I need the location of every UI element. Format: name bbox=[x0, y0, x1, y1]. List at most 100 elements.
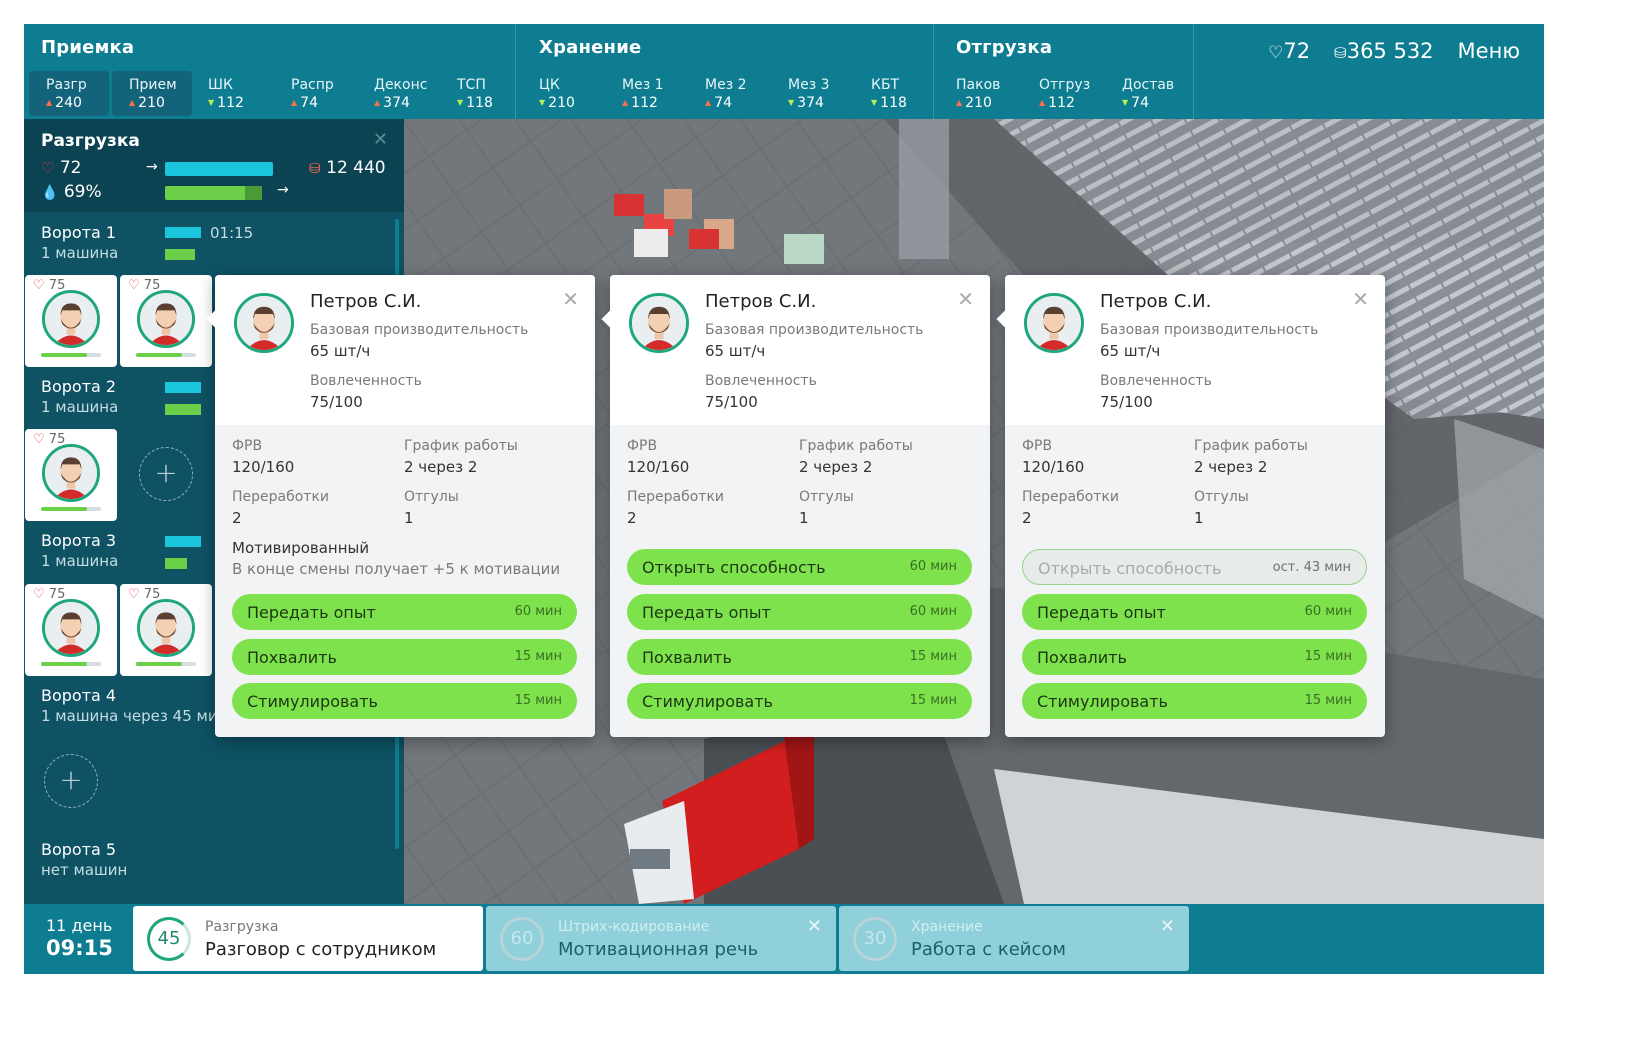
worker-avatar bbox=[137, 599, 195, 657]
pass-experience-button[interactable]: Передать опыт 60 мин bbox=[1022, 594, 1367, 630]
dayoff-label: Отгулы bbox=[1194, 489, 1249, 505]
tab-mez1[interactable]: Мез 1 112 bbox=[605, 71, 685, 116]
worker-avatar bbox=[629, 293, 689, 353]
add-worker-button[interactable]: + bbox=[44, 754, 98, 808]
tab-otgruz[interactable]: Отгруз 112 bbox=[1022, 71, 1102, 116]
close-icon[interactable]: ✕ bbox=[807, 916, 822, 937]
frv-label: ФРВ bbox=[627, 438, 658, 454]
task-name: Мотивационная речь bbox=[558, 939, 759, 960]
stimulate-button[interactable]: Стимулировать 15 мин bbox=[1022, 683, 1367, 719]
pass-experience-button[interactable]: Передать опыт 60 мин bbox=[232, 594, 577, 630]
unlock-ability-button[interactable]: Открыть способность 60 мин bbox=[627, 549, 972, 585]
gate-status: нет машин bbox=[41, 861, 128, 879]
heart-icon: ♡ bbox=[128, 278, 140, 293]
task-card[interactable]: 60 Штрих-кодирование Мотивационная речь … bbox=[486, 906, 836, 971]
tab-ck[interactable]: ЦК 210 bbox=[522, 71, 602, 116]
praise-button[interactable]: Похвалить 15 мин bbox=[1022, 639, 1367, 675]
gate-status: 1 машина bbox=[41, 244, 119, 262]
close-icon[interactable]: ✕ bbox=[1352, 287, 1369, 311]
engage-label: Вовлеченность bbox=[310, 373, 422, 389]
worker-card[interactable]: ♡ 75 bbox=[120, 275, 212, 367]
task-bar: 11 день 09:15 45 Разгрузка Разговор с со… bbox=[24, 904, 1544, 974]
praise-button[interactable]: Похвалить 15 мин bbox=[627, 639, 972, 675]
gate-name: Ворота 2 bbox=[41, 377, 117, 396]
time-label: 09:15 bbox=[46, 936, 113, 960]
coins-counter: ⛁365 532 bbox=[1334, 39, 1433, 63]
unlock-ability-button[interactable]: Открыть способность ост. 43 мин bbox=[1022, 549, 1367, 585]
worker-progress bbox=[41, 662, 101, 666]
button-label: Стимулировать bbox=[247, 692, 378, 711]
tab-label: Мез 2 bbox=[705, 77, 747, 93]
task-name: Работа с кейсом bbox=[911, 939, 1066, 960]
tab-value: 112 bbox=[208, 94, 271, 112]
gate-2[interactable]: Ворота 2 1 машина bbox=[41, 377, 118, 416]
button-label: Открыть способность bbox=[642, 558, 826, 577]
gate-bar-green bbox=[165, 249, 195, 260]
frv-label: ФРВ bbox=[232, 438, 263, 454]
button-time: ост. 43 мин bbox=[1272, 560, 1351, 575]
sidebar-hearts: ♡ 72 bbox=[41, 158, 82, 178]
tab-mez2[interactable]: Мез 2 74 bbox=[688, 71, 768, 116]
tab-dostav[interactable]: Достав 74 bbox=[1105, 71, 1185, 116]
schedule-label: График работы bbox=[799, 438, 913, 454]
tab-tsp[interactable]: ТСП 118 bbox=[440, 71, 520, 116]
tab-label: Мез 3 bbox=[788, 77, 830, 93]
stimulate-button[interactable]: Стимулировать 15 мин bbox=[627, 683, 972, 719]
close-icon[interactable]: ✕ bbox=[957, 287, 974, 311]
task-timer: 60 bbox=[500, 917, 544, 961]
tab-razgr[interactable]: Разгр 240 bbox=[29, 71, 109, 116]
game-clock: 11 день 09:15 bbox=[46, 916, 113, 960]
tab-mez3[interactable]: Мез 3 374 bbox=[771, 71, 851, 116]
dayoff-value: 1 bbox=[1194, 509, 1204, 527]
close-icon[interactable]: ✕ bbox=[373, 129, 388, 150]
engage-label: Вовлеченность bbox=[1100, 373, 1212, 389]
schedule-label: График работы bbox=[404, 438, 518, 454]
close-icon[interactable]: ✕ bbox=[562, 287, 579, 311]
worker-avatar bbox=[42, 599, 100, 657]
worker-avatar bbox=[137, 290, 195, 348]
tab-priem[interactable]: Прием 210 bbox=[112, 71, 192, 116]
task-category: Разгрузка bbox=[205, 919, 279, 935]
tab-shk[interactable]: ШК 112 bbox=[191, 71, 271, 116]
add-worker-button[interactable]: + bbox=[139, 447, 193, 501]
dayoff-label: Отгулы bbox=[404, 489, 459, 505]
hearts-value: 72 bbox=[59, 158, 82, 178]
gate-4[interactable]: Ворота 4 1 машина через 45 ми bbox=[41, 686, 218, 725]
worker-name: Петров С.И. bbox=[310, 291, 422, 312]
arrow-icon: → bbox=[146, 159, 158, 175]
tab-value: 210 bbox=[956, 94, 1019, 112]
tab-kbt[interactable]: КБТ 118 bbox=[854, 71, 934, 116]
task-card-active[interactable]: 45 Разгрузка Разговор с сотрудником bbox=[133, 906, 483, 971]
worker-card[interactable]: ♡ 75 bbox=[120, 584, 212, 676]
menu-button[interactable]: Меню bbox=[1458, 39, 1520, 63]
button-label: Стимулировать bbox=[1037, 692, 1168, 711]
gate-3[interactable]: Ворота 3 1 машина bbox=[41, 531, 118, 570]
tab-raspr[interactable]: Распр 74 bbox=[274, 71, 354, 116]
progress-bar-green bbox=[165, 186, 262, 200]
close-icon[interactable]: ✕ bbox=[1160, 916, 1175, 937]
gate-5[interactable]: Ворота 5 нет машин bbox=[41, 840, 127, 879]
worker-avatar bbox=[42, 444, 100, 502]
task-card[interactable]: 30 Хранение Работа с кейсом ✕ bbox=[839, 906, 1189, 971]
tab-dekons[interactable]: Деконс 374 bbox=[357, 71, 437, 116]
tab-value: 74 bbox=[291, 94, 354, 112]
worker-card[interactable]: ♡ 75 bbox=[25, 275, 117, 367]
percent-value: 69% bbox=[63, 182, 102, 202]
dayoff-label: Отгулы bbox=[799, 489, 854, 505]
tab-label: Мез 1 bbox=[622, 77, 664, 93]
gate-bar-green bbox=[165, 558, 187, 569]
sidebar-header: Разгрузка ✕ ♡ 72 💧 69% → → ⛁ 12 440 bbox=[24, 119, 404, 212]
top-navigation: Приемка Разгр 240 Прием 210 ШК 112 Распр… bbox=[24, 24, 1544, 119]
engage-value: 75/100 bbox=[1100, 393, 1153, 411]
pass-experience-button[interactable]: Передать опыт 60 мин bbox=[627, 594, 972, 630]
worker-card[interactable]: ♡ 75 bbox=[25, 584, 117, 676]
frv-label: ФРВ bbox=[1022, 438, 1053, 454]
praise-button[interactable]: Похвалить 15 мин bbox=[232, 639, 577, 675]
tab-value: 74 bbox=[1122, 94, 1185, 112]
stimulate-button[interactable]: Стимулировать 15 мин bbox=[232, 683, 577, 719]
worker-card[interactable]: ♡ 75 bbox=[25, 429, 117, 521]
base-value: 65 шт/ч bbox=[1100, 342, 1161, 360]
button-label: Передать опыт bbox=[642, 603, 771, 622]
tab-pakov[interactable]: Паков 210 bbox=[939, 71, 1019, 116]
gate-1[interactable]: Ворота 1 1 машина bbox=[41, 223, 118, 262]
